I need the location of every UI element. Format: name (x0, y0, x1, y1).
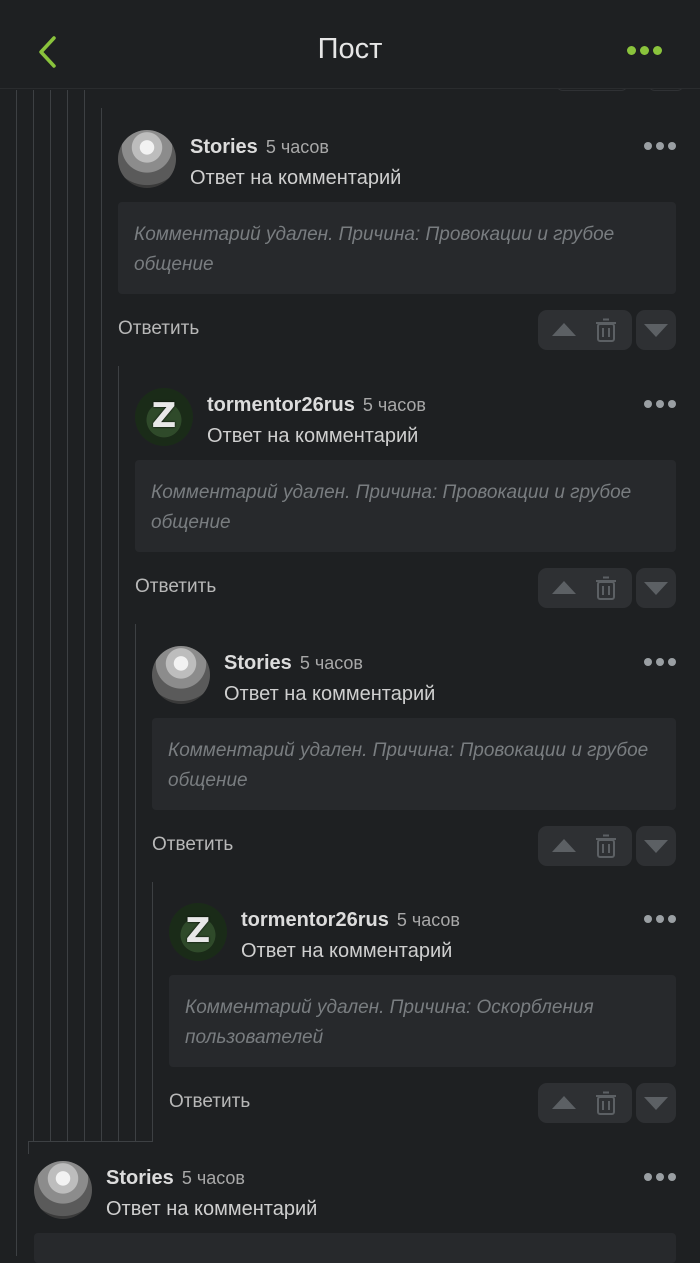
thread-line (152, 882, 153, 1142)
thread-line (50, 90, 51, 1142)
comment-subtitle: Ответ на комментарий (241, 940, 453, 962)
avatar[interactable] (34, 1161, 92, 1219)
top-bar: Пост (0, 0, 700, 89)
avatar-z-logo: Z (151, 396, 177, 436)
thread-line (33, 90, 34, 1142)
avatar[interactable]: Z (169, 903, 227, 961)
comment-time: 5 часов (362, 395, 426, 415)
avatar[interactable]: Z (135, 388, 193, 446)
comment-time: 5 часов (299, 653, 363, 673)
vote-controls (538, 568, 632, 608)
more-dots-icon[interactable] (644, 658, 676, 666)
comment-author[interactable]: tormentor26rus (241, 909, 389, 931)
more-dots-icon[interactable] (644, 142, 676, 150)
comment: Stories 5 часов Ответ на комментарий Комм… (118, 130, 676, 352)
more-dots-icon[interactable] (644, 915, 676, 923)
downvote-icon (644, 840, 668, 853)
upvote-icon[interactable] (552, 323, 576, 336)
downvote-button[interactable] (636, 310, 676, 350)
thread-line (28, 1141, 153, 1142)
deleted-comment-notice: Комментарий удален. Причина: Провокации … (152, 718, 676, 810)
vote-controls (538, 310, 632, 350)
thread-line (67, 90, 68, 1142)
thread-line (84, 90, 85, 1142)
more-dots-icon[interactable] (644, 400, 676, 408)
downvote-button[interactable] (636, 826, 676, 866)
comment: Stories 5 часов Ответ на комментарий (34, 1161, 676, 1263)
comment-author[interactable]: tormentor26rus (207, 394, 355, 416)
more-dots-icon[interactable] (644, 1173, 676, 1181)
page-title: Пост (317, 33, 383, 65)
reply-button[interactable]: Ответить (152, 834, 233, 856)
comment-subtitle: Ответ на комментарий (224, 683, 436, 705)
comment-subtitle: Ответ на комментарий (207, 425, 419, 447)
reply-button[interactable]: Ответить (135, 576, 216, 598)
trash-icon[interactable] (595, 834, 617, 858)
deleted-comment-notice: Комментарий удален. Причина: Оскорбления… (169, 975, 676, 1067)
downvote-icon (644, 1097, 668, 1110)
thread-line (28, 1142, 29, 1154)
trash-icon[interactable] (595, 318, 617, 342)
avatar[interactable] (152, 646, 210, 704)
comment: Stories 5 часов Ответ на комментарий Комм… (152, 646, 676, 868)
upvote-icon[interactable] (552, 1096, 576, 1109)
deleted-comment-notice: Комментарий удален. Причина: Провокации … (118, 202, 676, 294)
upvote-icon[interactable] (552, 839, 576, 852)
thread-line (16, 90, 17, 1256)
thread-line (101, 108, 102, 1142)
reply-button[interactable]: Ответить (169, 1091, 250, 1113)
downvote-icon (644, 324, 668, 337)
more-menu-icon[interactable] (627, 46, 662, 55)
downvote-button[interactable] (636, 1083, 676, 1123)
downvote-icon (644, 582, 668, 595)
vote-controls (538, 1083, 632, 1123)
comment-subtitle: Ответ на комментарий (190, 167, 402, 189)
comment-author[interactable]: Stories (190, 136, 258, 158)
deleted-comment-notice (34, 1233, 676, 1263)
comment-time: 5 часов (265, 137, 329, 157)
comment-author[interactable]: Stories (106, 1167, 174, 1189)
deleted-comment-notice: Комментарий удален. Причина: Провокации … (135, 460, 676, 552)
downvote-button[interactable] (636, 568, 676, 608)
thread-line (135, 624, 136, 1142)
comment: Z tormentor26rus 5 часов Ответ на коммент… (169, 903, 676, 1125)
avatar-z-logo: Z (185, 911, 211, 951)
trash-icon[interactable] (595, 576, 617, 600)
comment: Z tormentor26rus 5 часов Ответ на коммент… (135, 388, 676, 610)
trash-icon[interactable] (595, 1091, 617, 1115)
avatar[interactable] (118, 130, 176, 188)
upvote-icon[interactable] (552, 581, 576, 594)
comment-author[interactable]: Stories (224, 652, 292, 674)
comment-time: 5 часов (396, 910, 460, 930)
comment-subtitle: Ответ на комментарий (106, 1198, 318, 1220)
reply-button[interactable]: Ответить (118, 318, 199, 340)
comment-time: 5 часов (181, 1168, 245, 1188)
vote-controls (538, 826, 632, 866)
thread-line (118, 366, 119, 1142)
